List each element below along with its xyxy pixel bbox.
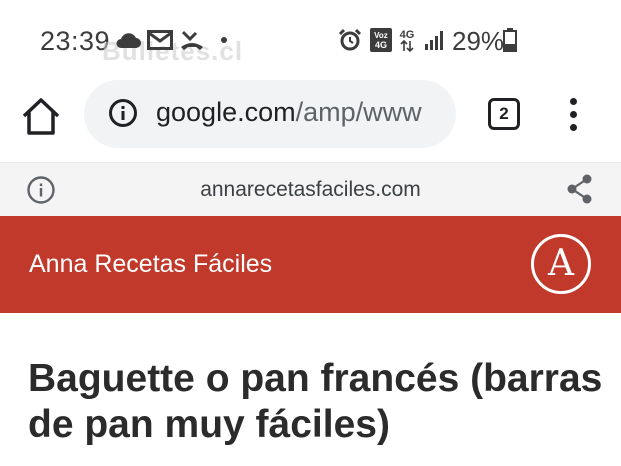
url-path: /amp/www [295,97,422,127]
data-4g-icon: 4G [400,29,415,53]
url-domain: google.com [156,97,296,127]
volte-label-top: Voz [374,31,388,40]
site-logo[interactable]: A [531,234,591,294]
tab-switcher-button[interactable]: 2 [488,98,520,130]
site-header: Anna Recetas Fáciles A [0,216,621,313]
amp-viewer-bar: annarecetasfaciles.com [0,162,621,217]
info-icon[interactable] [108,98,138,128]
signal-icon [425,31,443,50]
address-bar[interactable]: google.com/amp/www [84,80,456,148]
amp-domain[interactable]: annarecetasfaciles.com [0,178,621,202]
data-label: 4G [400,29,415,41]
overflow-menu-icon[interactable] [566,98,580,132]
missed-call-icon [181,30,203,50]
site-title[interactable]: Anna Recetas Fáciles [29,250,272,279]
battery-icon [503,28,517,52]
volte-icon: Voz 4G [370,28,392,52]
share-icon[interactable] [566,173,594,205]
cloud-icon [116,33,141,48]
clock: 23:39 [40,26,111,56]
volte-label-bottom: 4G [375,40,387,50]
article-title: Baguette o pan francés (barras de pan mu… [28,357,603,446]
home-icon[interactable] [20,96,62,136]
alarm-icon [338,28,362,51]
url-text[interactable]: google.com/amp/www [156,97,422,128]
battery-percent: 29% [452,26,505,56]
gmail-icon [147,30,173,50]
notification-dot-icon [221,37,227,43]
status-bar: 23:39 Bulletes.cl Voz 4G 4G 29% [0,0,621,72]
